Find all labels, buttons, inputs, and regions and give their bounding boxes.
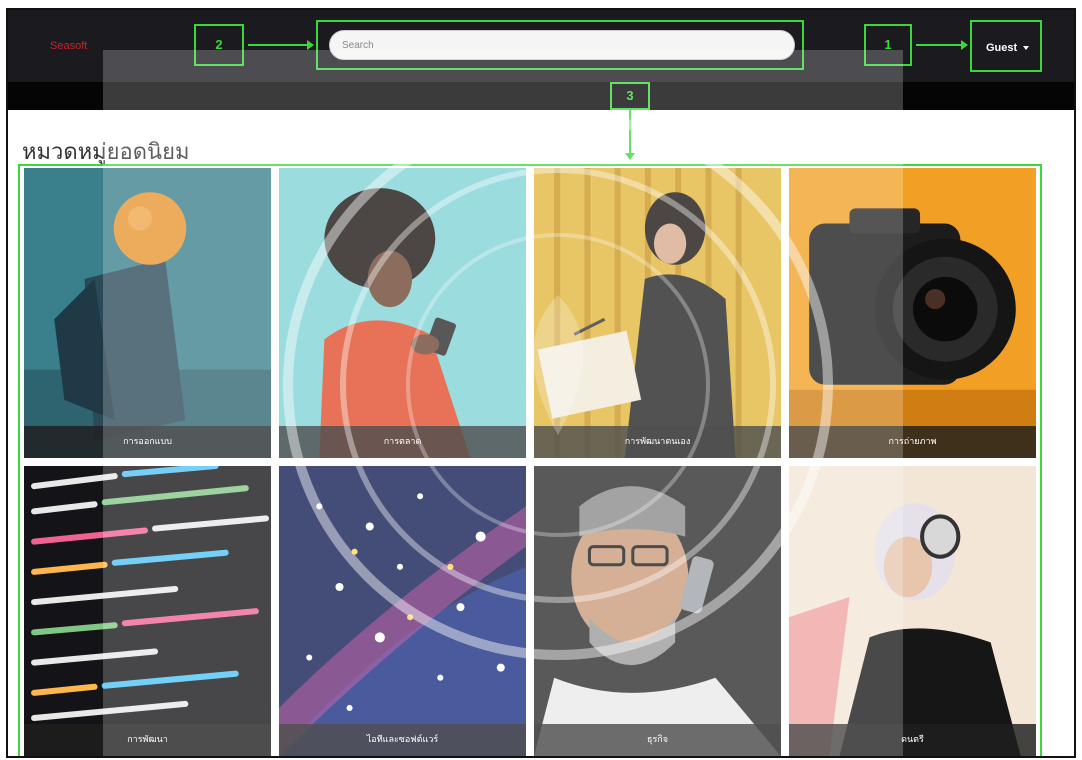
annotation-arrow-1 <box>916 40 968 50</box>
annotation-label-2: 2 <box>194 24 244 66</box>
annotation-label-1: 1 <box>864 24 912 66</box>
brand-logo[interactable]: Seasoft <box>50 40 87 52</box>
annotation-arrow-2 <box>248 40 314 50</box>
navbar-strip <box>8 82 1074 110</box>
app-frame: Seasoft Guest หมวดหมู่ยอดนิยม การออกแบบ <box>6 8 1076 758</box>
annotation-label-3: 3 <box>610 82 650 110</box>
annotation-search-box <box>316 20 804 70</box>
annotation-guest-box <box>970 20 1042 72</box>
annotation-arrow-3 <box>625 110 635 160</box>
annotation-grid-box <box>18 164 1042 756</box>
